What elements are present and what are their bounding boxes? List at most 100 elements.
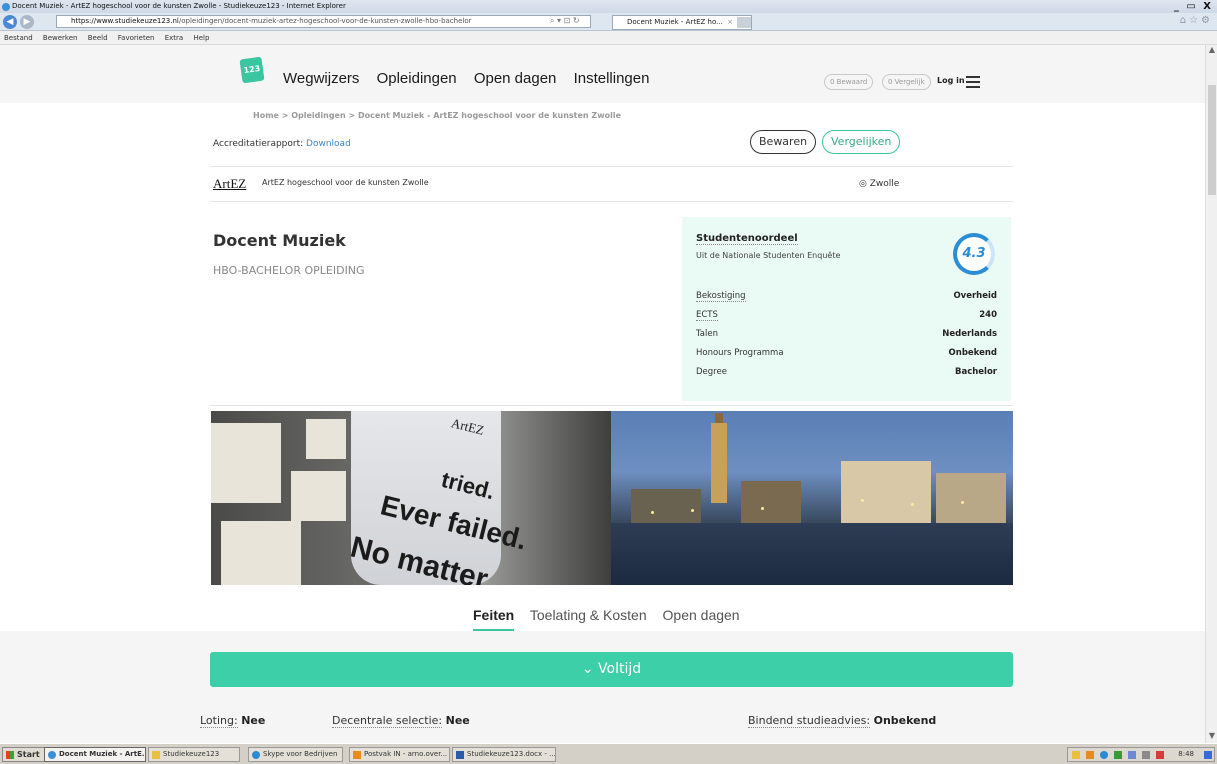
- task-skype[interactable]: Skype voor Bedrijven: [248, 747, 343, 762]
- fact-key[interactable]: Decentrale selectie:: [332, 714, 443, 728]
- fact-value: Nee: [445, 714, 470, 727]
- fact-key[interactable]: Bindend studieadvies:: [748, 714, 871, 728]
- rating-score-badge: 4.3: [953, 233, 995, 275]
- back-button[interactable]: ◀: [3, 15, 17, 29]
- address-bar: ◀ ▶ https://www.studiekeuze123.nl/opleid…: [0, 13, 1217, 31]
- fact-key[interactable]: ECTS: [696, 310, 718, 321]
- location: ◎ Zwolle: [859, 179, 899, 189]
- nav-wegwijzers[interactable]: Wegwijzers: [283, 70, 359, 87]
- task-label: Skype voor Bedrijven: [263, 750, 338, 758]
- wall-artwork: [211, 423, 281, 503]
- task-label: Studiekeuze123: [163, 750, 220, 758]
- window-controls[interactable]: _ ▭ X: [1174, 0, 1213, 13]
- voltijd-accordion[interactable]: ⌄ Voltijd: [210, 652, 1013, 687]
- hero-image: ArtEZ tried. Ever failed. No matter: [211, 411, 1013, 585]
- voltijd-label: Voltijd: [598, 661, 642, 677]
- content-tabs: Feiten Toelating & Kosten Open dagen: [473, 607, 752, 623]
- task-label: Studiekeuze123.docx - ...: [467, 750, 556, 758]
- menu-beeld[interactable]: Beeld: [88, 34, 108, 42]
- canal-water: [611, 523, 1013, 585]
- scroll-down-icon[interactable]: ▼: [1206, 731, 1217, 743]
- tray-network-icon[interactable]: [1128, 751, 1136, 759]
- task-browser[interactable]: Docent Muziek - ArtE...: [44, 747, 146, 762]
- bag-logo: ArtEZ: [449, 415, 486, 438]
- forward-button[interactable]: ▶: [20, 15, 34, 29]
- task-label: Docent Muziek - ArtE...: [59, 750, 146, 758]
- tray-skype-icon[interactable]: [1100, 751, 1108, 759]
- search-icon[interactable]: ⌕ ▾ ⊡ ↻: [550, 16, 580, 26]
- url-path: /opleidingen/docent-muziek-artez-hogesch…: [178, 17, 472, 25]
- tab-toelating-kosten[interactable]: Toelating & Kosten: [530, 607, 647, 623]
- clock: 8:48: [1178, 750, 1194, 758]
- menu-favorieten[interactable]: Favorieten: [118, 34, 155, 42]
- menu-bestand[interactable]: Bestand: [4, 34, 33, 42]
- login-link[interactable]: Log in: [937, 76, 965, 85]
- fact-key[interactable]: Loting:: [200, 714, 238, 728]
- rating-subtitle: Uit de Nationale Studenten Enquête: [696, 251, 841, 260]
- facts-panel: Studentenoordeel Uit de Nationale Studen…: [682, 217, 1011, 401]
- fact-value: 240: [979, 310, 997, 320]
- word-icon: [456, 751, 464, 759]
- fact-row: Honours Programma Onbekend: [696, 348, 997, 360]
- nav-instellingen[interactable]: Instellingen: [574, 70, 650, 87]
- fact-value: Nee: [241, 714, 266, 727]
- location-pin-icon: ◎: [859, 179, 867, 189]
- fact-row: Talen Nederlands: [696, 329, 997, 341]
- task-folder[interactable]: Studiekeuze123: [148, 747, 240, 762]
- scroll-thumb[interactable]: [1208, 85, 1216, 195]
- tray-outlook-icon[interactable]: [1086, 751, 1094, 759]
- building: [936, 473, 1006, 523]
- tray-shield-icon[interactable]: [1114, 751, 1122, 759]
- accreditation: Accreditatierapport: Download: [213, 139, 351, 149]
- building: [841, 461, 931, 523]
- taskbar: Start Docent Muziek - ArtE... Studiekeuz…: [0, 743, 1217, 764]
- save-button[interactable]: Bewaren: [750, 130, 817, 154]
- tray-desktop-icon[interactable]: [1204, 751, 1212, 759]
- institution-name[interactable]: ArtEZ hogeschool voor de kunsten Zwolle: [262, 178, 429, 187]
- hamburger-menu-icon[interactable]: [966, 76, 980, 91]
- tray-printer-icon[interactable]: [1142, 751, 1150, 759]
- rating-title[interactable]: Studentenoordeel: [696, 233, 798, 245]
- tray-mail-icon[interactable]: [1072, 751, 1080, 759]
- saved-pill[interactable]: 0 Bewaard: [824, 74, 874, 90]
- fact-value: Bachelor: [954, 367, 997, 377]
- street-light: [691, 509, 694, 512]
- start-button[interactable]: Start: [2, 747, 45, 762]
- nav-open-dagen[interactable]: Open dagen: [474, 70, 557, 87]
- compare-pill[interactable]: 0 Vergelijk: [882, 74, 931, 90]
- compare-button[interactable]: Vergelijken: [822, 130, 901, 154]
- program-title: Docent Muziek: [213, 231, 346, 250]
- home-favorites-settings-icons[interactable]: ⌂☆⚙: [1180, 15, 1213, 26]
- tab-open-dagen[interactable]: Open dagen: [663, 607, 740, 623]
- menu-help[interactable]: Help: [193, 34, 209, 42]
- new-tab-button[interactable]: [737, 17, 751, 28]
- institution-logo[interactable]: ArtEZ: [213, 176, 246, 192]
- fact-key[interactable]: Bekostiging: [696, 291, 746, 302]
- folder-icon: [152, 751, 160, 759]
- tray-volume-icon[interactable]: [1156, 751, 1164, 759]
- program-subtitle: HBO-BACHELOR OPLEIDING: [213, 264, 365, 277]
- fact-row: ECTS 240: [696, 310, 997, 322]
- menu-extra[interactable]: Extra: [165, 34, 183, 42]
- task-outlook[interactable]: Postvak IN - arno.over...: [349, 747, 450, 762]
- scroll-up-icon[interactable]: ▲: [1206, 45, 1217, 57]
- main-nav: Wegwijzers Opleidingen Open dagen Instel…: [283, 70, 662, 87]
- system-tray: 8:48: [1067, 747, 1215, 762]
- browser-tab[interactable]: Docent Muziek - ArtEZ ho... ×: [612, 15, 752, 30]
- url-field[interactable]: https://www.studiekeuze123.nl/opleidinge…: [56, 15, 591, 28]
- menu-bewerken[interactable]: Bewerken: [43, 34, 78, 42]
- wall-artwork: [291, 471, 346, 521]
- close-tab-icon[interactable]: ×: [727, 16, 733, 29]
- breadcrumb[interactable]: Home > Opleidingen > Docent Muziek - Art…: [253, 111, 621, 120]
- task-word[interactable]: Studiekeuze123.docx - ...: [452, 747, 556, 762]
- page-scrollbar[interactable]: ▲ ▼: [1205, 45, 1217, 743]
- nav-opleidingen[interactable]: Opleidingen: [377, 70, 457, 87]
- tab-feiten[interactable]: Feiten: [473, 607, 514, 623]
- download-link[interactable]: Download: [306, 139, 351, 149]
- tote-bag: ArtEZ tried. Ever failed. No matter: [347, 411, 530, 585]
- site-logo[interactable]: 123: [239, 56, 265, 84]
- fact-row: Bekostiging Overheid: [696, 291, 997, 303]
- fact-value: Nederlands: [942, 329, 997, 339]
- fact-bindend-studieadvies: Bindend studieadvies: Onbekend: [748, 714, 936, 728]
- fact-decentrale-selectie: Decentrale selectie: Nee: [332, 714, 470, 728]
